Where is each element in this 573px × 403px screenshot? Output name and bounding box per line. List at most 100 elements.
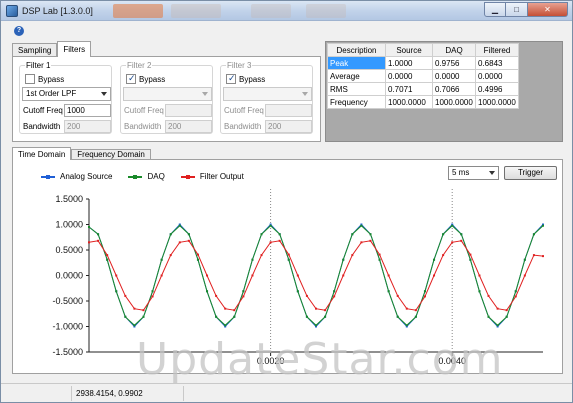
daq-point bbox=[514, 290, 517, 293]
y-tick-label: -1.0000 bbox=[52, 322, 83, 332]
filter-output-point bbox=[487, 294, 490, 297]
filter-output-point bbox=[305, 294, 308, 297]
filter-output-point bbox=[496, 307, 499, 310]
table-cell[interactable]: 0.9756 bbox=[432, 56, 476, 70]
daq-point bbox=[296, 290, 299, 293]
filter-output-point bbox=[142, 309, 145, 312]
table-cell[interactable]: 0.0000 bbox=[385, 69, 433, 83]
table-cell[interactable]: 0.7066 bbox=[432, 82, 476, 96]
daq-point bbox=[369, 233, 372, 236]
table-cell[interactable]: Frequency bbox=[327, 95, 386, 109]
table-cell[interactable]: Average bbox=[327, 69, 386, 83]
table-cell[interactable]: 1.0000 bbox=[385, 56, 433, 70]
y-tick-label: 0.5000 bbox=[55, 245, 83, 255]
table-cell[interactable]: 0.0000 bbox=[432, 69, 476, 83]
bandwidth-input[interactable]: 200 bbox=[64, 120, 111, 133]
help-icon[interactable]: ? bbox=[14, 26, 24, 36]
filter-type-select[interactable] bbox=[123, 87, 212, 101]
daq-point bbox=[351, 233, 354, 236]
bandwidth-input[interactable]: 200 bbox=[265, 120, 312, 133]
background-tab-blur bbox=[306, 4, 346, 18]
filter-output-point bbox=[405, 307, 408, 310]
table-row: Peak 1.0000 0.9756 0.6843 bbox=[327, 56, 519, 70]
daq-point bbox=[505, 315, 508, 318]
bypass-label: Bypass bbox=[38, 75, 65, 84]
daq-point bbox=[342, 258, 345, 261]
bandwidth-input[interactable]: 200 bbox=[165, 120, 212, 133]
table-cell[interactable]: 1000.0000 bbox=[475, 95, 519, 109]
filter-group-1: Filter 1 Bypass 1st Order LPF Cutoff Fre… bbox=[19, 61, 112, 134]
filter-output-point bbox=[451, 241, 454, 244]
filter-output-point bbox=[514, 295, 517, 298]
daq-point bbox=[451, 224, 454, 227]
y-tick-label: -0.5000 bbox=[52, 296, 83, 306]
filter-output-point bbox=[505, 309, 508, 312]
bandwidth-label: Bandwidth bbox=[124, 122, 162, 131]
daq-point bbox=[387, 290, 390, 293]
table-cell[interactable]: 1000.0000 bbox=[432, 95, 476, 109]
daq-point bbox=[423, 290, 426, 293]
filter-output-point bbox=[187, 239, 190, 242]
filter-output-point bbox=[360, 241, 363, 244]
daq-point bbox=[414, 315, 417, 318]
cutoff-label: Cutoff Freq bbox=[224, 106, 264, 115]
daq-point bbox=[532, 233, 535, 236]
filter-group-2: Filter 2 Bypass Cutoff Freq Bandwidth 20… bbox=[120, 61, 213, 134]
filter-output-point bbox=[324, 309, 327, 312]
table-cell[interactable]: RMS bbox=[327, 82, 386, 96]
column-header[interactable]: Description bbox=[327, 43, 386, 57]
table-cell[interactable]: Peak bbox=[327, 56, 386, 70]
minimize-button[interactable]: ▁ bbox=[484, 2, 506, 17]
cutoff-input[interactable] bbox=[165, 104, 212, 117]
daq-point bbox=[487, 315, 490, 318]
daq-point bbox=[160, 258, 163, 261]
table-cell[interactable]: 1000.0000 bbox=[385, 95, 433, 109]
filter-output-point bbox=[342, 274, 345, 277]
filter-title: Filter 3 bbox=[226, 61, 253, 70]
filter-output-point bbox=[423, 295, 426, 298]
filter-type-select[interactable]: 1st Order LPF bbox=[22, 87, 111, 101]
table-cell[interactable]: 0.6843 bbox=[475, 56, 519, 70]
table-cell[interactable]: 0.0000 bbox=[475, 69, 519, 83]
close-button[interactable]: ✕ bbox=[528, 2, 568, 17]
window-title: DSP Lab [1.3.0.0] bbox=[22, 6, 93, 16]
filter-output-point bbox=[169, 254, 172, 257]
tab-time-domain[interactable]: Time Domain bbox=[12, 147, 72, 160]
daq-point bbox=[206, 290, 209, 293]
table-cell[interactable]: 0.4996 bbox=[475, 82, 519, 96]
tab-filters[interactable]: Filters bbox=[57, 41, 92, 57]
daq-point bbox=[324, 315, 327, 318]
bandwidth-label: Bandwidth bbox=[23, 122, 61, 131]
filter-output-point bbox=[378, 253, 381, 256]
daq-point bbox=[469, 258, 472, 261]
cutoff-label: Cutoff Freq bbox=[124, 106, 164, 115]
tab-sampling[interactable]: Sampling bbox=[12, 43, 58, 57]
chevron-down-icon bbox=[202, 92, 208, 96]
daq-point bbox=[215, 315, 218, 318]
bypass-checkbox[interactable] bbox=[226, 73, 236, 84]
cutoff-input[interactable] bbox=[265, 104, 312, 117]
status-bar: 2938.4154, 0.9902 bbox=[1, 383, 572, 402]
chevron-down-icon bbox=[101, 92, 107, 96]
table-cell[interactable]: 0.7071 bbox=[385, 82, 433, 96]
table-row: Average 0.0000 0.0000 0.0000 bbox=[327, 69, 519, 83]
title-bar[interactable]: DSP Lab [1.3.0.0] ▁ □ ✕ bbox=[1, 1, 572, 21]
filter-output-point bbox=[333, 295, 336, 298]
bypass-checkbox[interactable] bbox=[126, 73, 136, 84]
bypass-checkbox[interactable] bbox=[25, 74, 35, 84]
column-header[interactable]: Filtered bbox=[475, 43, 519, 57]
filter-output-point bbox=[387, 274, 390, 277]
daq-point bbox=[178, 224, 181, 227]
status-coordinates: 2938.4154, 0.9902 bbox=[71, 386, 183, 401]
column-header[interactable]: Source bbox=[385, 43, 433, 57]
filter-output-point bbox=[124, 294, 127, 297]
cutoff-input[interactable]: 1000 bbox=[64, 104, 111, 117]
filter-type-select[interactable] bbox=[223, 87, 312, 101]
watermark-text: UpdateStar.com bbox=[136, 334, 504, 385]
y-tick-label: -1.5000 bbox=[52, 347, 83, 357]
status-segment bbox=[183, 386, 263, 401]
maximize-button[interactable]: □ bbox=[506, 2, 528, 17]
daq-point bbox=[124, 315, 127, 318]
column-header[interactable]: DAQ bbox=[432, 43, 476, 57]
filter-output-point bbox=[351, 254, 354, 257]
